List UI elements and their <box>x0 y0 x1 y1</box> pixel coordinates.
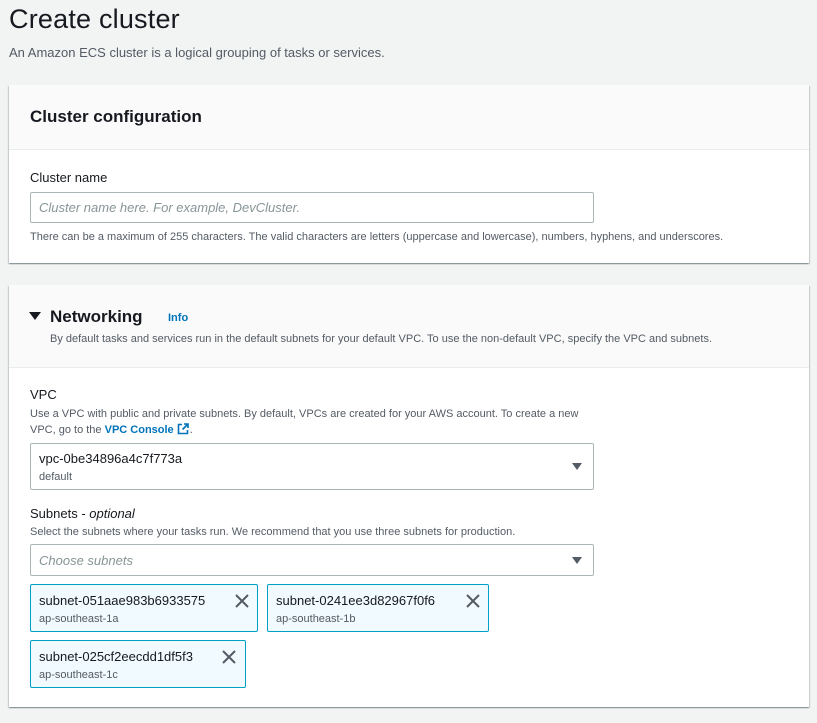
subnet-token-az: ap-southeast-1a <box>39 613 119 625</box>
info-link[interactable]: Info <box>168 312 188 324</box>
networking-panel: Networking Info By default tasks and ser… <box>9 285 809 707</box>
subnets-description: Select the subnets where your tasks run.… <box>30 526 516 538</box>
subnets-multiselect[interactable]: Choose subnets <box>30 544 594 576</box>
networking-title[interactable]: Networking <box>50 307 143 327</box>
subnet-token-az: ap-southeast-1b <box>276 613 356 625</box>
cluster-name-hint: There can be a maximum of 255 characters… <box>30 231 724 243</box>
cluster-configuration-title: Cluster configuration <box>30 107 202 126</box>
subnet-token: subnet-051aae983b6933575 ap-southeast-1a <box>30 584 258 632</box>
subnets-label: Subnets - optional <box>30 506 135 521</box>
close-icon[interactable] <box>221 649 237 665</box>
page-title: Create cluster <box>9 4 180 34</box>
networking-description: By default tasks and services run in the… <box>50 333 713 345</box>
subnets-placeholder: Choose subnets <box>39 553 133 568</box>
vpc-description: Use a VPC with public and private subnet… <box>30 407 600 438</box>
external-link-icon[interactable] <box>176 422 190 436</box>
subnet-token: subnet-025cf2eecdd1df5f3 ap-southeast-1c <box>30 640 246 688</box>
vpc-selected-description: default <box>39 471 73 483</box>
dropdown-caret-icon[interactable] <box>572 463 582 470</box>
subnets-label-text: Subnets <box>30 506 78 521</box>
close-icon[interactable] <box>465 593 481 609</box>
page-description: An Amazon ECS cluster is a logical group… <box>9 45 385 60</box>
subnet-token-az: ap-southeast-1c <box>39 669 118 681</box>
cluster-configuration-header: Cluster configuration <box>9 85 809 150</box>
vpc-selected-value: vpc-0be34896a4c7f773a <box>39 451 183 466</box>
subnets-optional-text: optional <box>89 506 135 521</box>
subnet-token-id: subnet-0241ee3d82967f0f6 <box>276 593 436 608</box>
vpc-console-link[interactable]: VPC Console <box>105 424 174 436</box>
close-icon[interactable] <box>234 593 250 609</box>
vpc-select[interactable]: vpc-0be34896a4c7f773a default <box>30 443 594 490</box>
subnet-token-id: subnet-025cf2eecdd1df5f3 <box>39 649 193 664</box>
subnets-label-separator: - <box>77 506 90 521</box>
cluster-name-input[interactable] <box>30 192 594 223</box>
subnet-token-id: subnet-051aae983b6933575 <box>39 593 206 608</box>
dropdown-caret-icon[interactable] <box>572 557 582 564</box>
cluster-name-label: Cluster name <box>30 170 108 185</box>
subnet-token: subnet-0241ee3d82967f0f6 ap-southeast-1b <box>267 584 489 632</box>
vpc-description-end: . <box>189 424 193 436</box>
vpc-label: VPC <box>30 387 57 402</box>
cluster-configuration-panel: Cluster configuration Cluster name There… <box>9 85 809 263</box>
caret-down-icon[interactable] <box>29 312 41 320</box>
networking-header[interactable]: Networking Info By default tasks and ser… <box>9 285 809 368</box>
